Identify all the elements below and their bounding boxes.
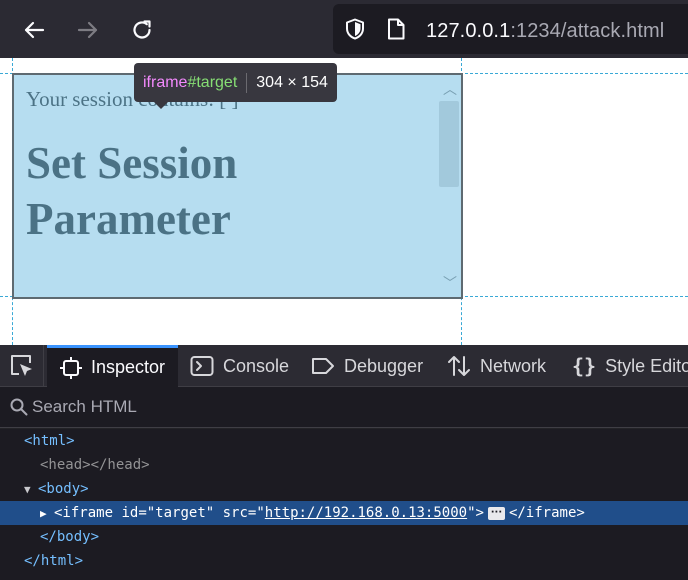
iframe-heading: Set Session Parameter bbox=[26, 138, 238, 244]
tree-node-head[interactable]: <head></head> bbox=[0, 453, 688, 477]
tab-network-label: Network bbox=[480, 355, 547, 376]
expand-toggle-icon[interactable]: ▼ bbox=[24, 483, 38, 496]
url-host: 127.0.0.1 bbox=[426, 20, 511, 42]
iframe-scrollbar[interactable]: ︿ ﹀ bbox=[437, 75, 461, 297]
tab-inspector[interactable]: Inspector bbox=[47, 345, 178, 387]
element-picker-button[interactable] bbox=[0, 345, 44, 387]
node-infobar-tooltip: iframe #target 304 × 154 bbox=[134, 63, 337, 109]
tab-style-editor[interactable]: {} Style Editor bbox=[572, 345, 688, 387]
tree-node-iframe[interactable]: ▶ <iframe id = "target" src =" http://192.16… bbox=[0, 501, 688, 525]
url-path: :1234/attack.html bbox=[510, 20, 665, 42]
page-icon[interactable] bbox=[385, 17, 407, 41]
body-open-tag: <body> bbox=[38, 481, 89, 497]
url-text[interactable]: 127.0.0.1:1234/attack.html bbox=[426, 20, 664, 43]
tab-console-label: Console bbox=[223, 355, 290, 376]
tooltip-size: 304 × 154 bbox=[256, 73, 328, 91]
reload-button[interactable] bbox=[125, 13, 159, 47]
tooltip-id: #target bbox=[187, 73, 238, 91]
markup-tree: <html> <head></head> ▼ <body> ▶ <iframe … bbox=[0, 429, 688, 580]
attr-src-name: src bbox=[222, 505, 248, 521]
tooltip-divider bbox=[246, 72, 248, 93]
inspector-icon bbox=[60, 356, 82, 379]
html-open-tag: <html> bbox=[24, 433, 75, 449]
tab-inspector-label: Inspector bbox=[91, 357, 166, 377]
body-close-tag: </body> bbox=[40, 529, 100, 545]
forward-button[interactable] bbox=[71, 13, 105, 47]
reload-icon bbox=[133, 20, 151, 39]
attr-id-value: "target" bbox=[146, 505, 215, 521]
search-html-bar bbox=[0, 387, 688, 428]
forward-arrow-icon bbox=[77, 21, 98, 39]
network-icon bbox=[448, 356, 470, 376]
url-bar[interactable]: 127.0.0.1:1234/attack.html bbox=[333, 4, 688, 54]
scroll-down-icon[interactable]: ﹀ bbox=[443, 273, 457, 293]
head-tag: <head></head> bbox=[40, 457, 150, 473]
style-editor-icon: {} bbox=[572, 354, 597, 378]
tab-network[interactable]: Network bbox=[447, 345, 546, 387]
devtools-tab-bar: Inspector Console Debugger Network {} St… bbox=[0, 345, 688, 387]
iframe-target[interactable]: Your session contains: [ ] Set Session P… bbox=[12, 73, 463, 299]
tab-debugger-label: Debugger bbox=[344, 355, 424, 376]
back-arrow-icon bbox=[24, 21, 45, 39]
attr-src-link[interactable]: http://192.168.0.13:5000 bbox=[265, 505, 467, 521]
scroll-thumb[interactable] bbox=[439, 101, 459, 187]
devtools-panel: Inspector Console Debugger Network {} St… bbox=[0, 345, 688, 580]
collapse-toggle-icon[interactable]: ▶ bbox=[40, 507, 54, 520]
iframe-open-tag: <iframe bbox=[54, 505, 114, 521]
tooltip-tag: iframe bbox=[143, 73, 188, 91]
debugger-icon bbox=[312, 358, 334, 374]
console-icon bbox=[190, 356, 214, 376]
tree-node-body-close[interactable]: </body> bbox=[0, 525, 688, 549]
tab-style-editor-label: Style Editor bbox=[605, 355, 688, 376]
element-picker-icon bbox=[10, 355, 32, 376]
browser-toolbar: 127.0.0.1:1234/attack.html bbox=[0, 0, 688, 58]
back-button[interactable] bbox=[17, 13, 51, 47]
scroll-up-icon[interactable]: ︿ bbox=[443, 79, 457, 99]
search-html-input[interactable] bbox=[32, 397, 632, 417]
search-icon bbox=[10, 398, 28, 416]
tab-console[interactable]: Console bbox=[190, 345, 289, 387]
page-viewport: Your session contains: [ ] Set Session P… bbox=[0, 58, 688, 345]
tree-node-body[interactable]: ▼ <body> bbox=[0, 477, 688, 501]
html-close-tag: </html> bbox=[24, 553, 84, 569]
tab-debugger[interactable]: Debugger bbox=[311, 345, 423, 387]
tree-node-html-close[interactable]: </html> bbox=[0, 549, 688, 573]
iframe-content: Your session contains: [ ] Set Session P… bbox=[14, 75, 438, 297]
iframe-close-tag: </iframe> bbox=[508, 505, 585, 521]
more-content-icon[interactable]: ··· bbox=[487, 506, 505, 520]
tree-node-html[interactable]: <html> bbox=[0, 429, 688, 453]
attr-id-name: id bbox=[121, 505, 139, 521]
shield-icon[interactable] bbox=[343, 17, 367, 41]
